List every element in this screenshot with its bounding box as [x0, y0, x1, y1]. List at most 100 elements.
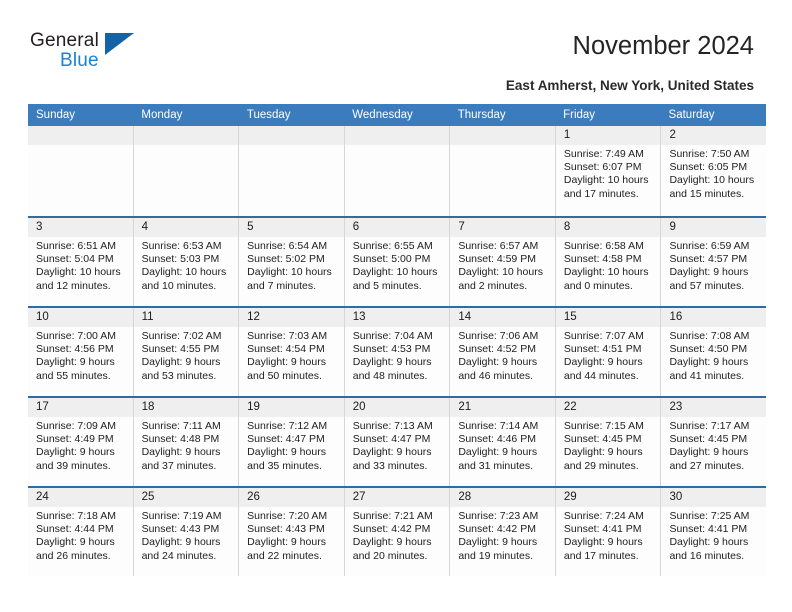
calendar-day-cell[interactable]: 18 Sunrise: 7:11 AM Sunset: 4:48 PM Dayligh… — [133, 398, 240, 486]
calendar-day-cell[interactable]: 23 Sunrise: 7:17 AM Sunset: 4:45 PM Dayligh… — [661, 398, 767, 486]
calendar-day-cell[interactable]: 16 Sunrise: 7:08 AM Sunset: 4:50 PM Dayligh… — [661, 308, 767, 396]
weekday-header-sunday: Sunday — [36, 109, 76, 121]
calendar-day-cell[interactable]: 21 Sunrise: 7:14 AM Sunset: 4:46 PM Dayligh… — [450, 398, 556, 486]
day-number: 29 — [563, 491, 577, 503]
calendar-day-cell[interactable]: 19 Sunrise: 7:12 AM Sunset: 4:47 PM Dayligh… — [239, 398, 345, 486]
daylight-text: Daylight: 9 hours and 19 minutes. — [458, 536, 538, 562]
sunrise-text: Sunrise: 6:55 AM — [352, 240, 433, 252]
sunrise-text: Sunrise: 6:51 AM — [36, 240, 116, 252]
day-number-band: 12 — [239, 308, 344, 327]
sunset-text: Sunset: 4:59 PM — [458, 253, 536, 266]
day-details: Sunrise: 7:06 AM Sunset: 4:52 PM Daylight:… — [450, 327, 555, 383]
calendar-day-cell[interactable]: 1 Sunrise: 7:49 AM Sunset: 6:07 PM Daylight… — [555, 126, 662, 216]
sunset-text: Sunset: 4:45 PM — [563, 433, 642, 446]
day-number-band: 21 — [450, 398, 555, 417]
sunset-text: Sunset: 4:52 PM — [458, 343, 536, 356]
calendar-day-cell[interactable]: 4 Sunrise: 6:53 AM Sunset: 5:03 PM Daylight… — [133, 218, 240, 306]
day-details: Sunrise: 7:09 AM Sunset: 4:49 PM Daylight:… — [28, 417, 133, 473]
day-details: Sunrise: 6:51 AM Sunset: 5:04 PM Daylight:… — [28, 237, 133, 293]
day-details: Sunrise: 7:12 AM Sunset: 4:47 PM Daylight:… — [239, 417, 344, 473]
day-number: 10 — [36, 311, 49, 323]
calendar-day-cell[interactable]: 6 Sunrise: 6:55 AM Sunset: 5:00 PM Daylight… — [344, 218, 451, 306]
day-details: Sunrise: 6:58 AM Sunset: 4:58 PM Daylight:… — [556, 237, 661, 293]
daylight-text: Daylight: 9 hours and 26 minutes. — [36, 536, 115, 562]
sunrise-text: Sunrise: 6:58 AM — [563, 240, 644, 252]
daylight-text: Daylight: 10 hours and 5 minutes. — [352, 266, 438, 292]
sunrise-text: Sunrise: 7:03 AM — [247, 330, 328, 342]
sunset-text: Sunset: 4:48 PM — [141, 433, 220, 446]
day-number: 3 — [36, 221, 43, 233]
calendar-day-cell[interactable]: 14 Sunrise: 7:06 AM Sunset: 4:52 PM Dayligh… — [450, 308, 556, 396]
day-number-band — [28, 126, 133, 145]
day-number-band: 3 — [28, 218, 133, 237]
calendar-day-cell[interactable]: 10 Sunrise: 7:00 AM Sunset: 4:56 PM Dayligh… — [28, 308, 134, 396]
day-number-band: 30 — [661, 488, 767, 507]
general-blue-logo[interactable]: General Blue — [30, 30, 150, 80]
day-details: Sunrise: 7:13 AM Sunset: 4:47 PM Daylight:… — [345, 417, 450, 473]
day-details: Sunrise: 7:15 AM Sunset: 4:45 PM Daylight:… — [556, 417, 661, 473]
day-number: 9 — [669, 221, 676, 233]
daylight-text: Daylight: 9 hours and 16 minutes. — [669, 536, 749, 562]
day-number: 27 — [352, 491, 366, 503]
day-number: 1 — [563, 129, 571, 141]
sunset-text: Sunset: 4:57 PM — [669, 253, 748, 266]
day-details: Sunrise: 7:04 AM Sunset: 4:53 PM Daylight:… — [345, 327, 450, 383]
day-number: 25 — [141, 491, 155, 503]
calendar-day-cell[interactable]: 30 Sunrise: 7:25 AM Sunset: 4:41 PM Dayligh… — [661, 488, 767, 576]
calendar-day-cell[interactable]: 15 Sunrise: 7:07 AM Sunset: 4:51 PM Dayligh… — [555, 308, 662, 396]
sunrise-text: Sunrise: 7:14 AM — [458, 420, 539, 432]
calendar-day-cell[interactable]: 26 Sunrise: 7:20 AM Sunset: 4:43 PM Dayligh… — [239, 488, 345, 576]
day-number: 2 — [669, 129, 676, 141]
calendar-day-cell[interactable]: 20 Sunrise: 7:13 AM Sunset: 4:47 PM Dayligh… — [344, 398, 451, 486]
calendar-day-cell[interactable]: 28 Sunrise: 7:23 AM Sunset: 4:42 PM Dayligh… — [450, 488, 556, 576]
calendar-day-cell[interactable]: 2 Sunrise: 7:50 AM Sunset: 6:05 PM Daylight… — [661, 126, 767, 216]
calendar-empty-cell — [344, 126, 451, 216]
sunrise-text: Sunrise: 7:25 AM — [669, 510, 750, 522]
calendar-day-cell[interactable]: 12 Sunrise: 7:03 AM Sunset: 4:54 PM Dayligh… — [239, 308, 345, 396]
sunrise-text: Sunrise: 7:17 AM — [669, 420, 750, 432]
daylight-text: Daylight: 9 hours and 27 minutes. — [669, 446, 749, 472]
logo-text-blue: Blue — [60, 50, 99, 71]
daylight-text: Daylight: 10 hours and 15 minutes. — [669, 174, 755, 200]
day-details: Sunrise: 7:23 AM Sunset: 4:42 PM Daylight:… — [450, 507, 555, 563]
daylight-text: Daylight: 10 hours and 7 minutes. — [247, 266, 332, 292]
calendar-day-cell[interactable]: 17 Sunrise: 7:09 AM Sunset: 4:49 PM Dayligh… — [28, 398, 134, 486]
day-details: Sunrise: 7:49 AM Sunset: 6:07 PM Daylight:… — [556, 145, 661, 201]
logo-triangle-icon — [105, 33, 134, 55]
sunrise-text: Sunrise: 6:59 AM — [669, 240, 750, 252]
day-details: Sunrise: 7:00 AM Sunset: 4:56 PM Daylight:… — [28, 327, 133, 383]
calendar-day-cell[interactable]: 7 Sunrise: 6:57 AM Sunset: 4:59 PM Daylight… — [450, 218, 556, 306]
daylight-text: Daylight: 9 hours and 57 minutes. — [669, 266, 749, 292]
sunrise-text: Sunrise: 7:24 AM — [563, 510, 644, 522]
weekday-header-row: Sunday Monday Tuesday Wednesday Thursday… — [28, 104, 766, 126]
daylight-text: Daylight: 10 hours and 0 minutes. — [563, 266, 649, 292]
day-details: Sunrise: 6:53 AM Sunset: 5:03 PM Daylight:… — [134, 237, 239, 293]
sunset-text: Sunset: 4:44 PM — [36, 523, 114, 536]
calendar-day-cell[interactable]: 5 Sunrise: 6:54 AM Sunset: 5:02 PM Daylight… — [239, 218, 345, 306]
calendar-empty-cell — [133, 126, 240, 216]
day-details: Sunrise: 7:21 AM Sunset: 4:42 PM Daylight:… — [345, 507, 450, 563]
day-number-band: 19 — [239, 398, 344, 417]
calendar-day-cell[interactable]: 29 Sunrise: 7:24 AM Sunset: 4:41 PM Dayligh… — [555, 488, 662, 576]
day-details: Sunrise: 7:19 AM Sunset: 4:43 PM Daylight:… — [134, 507, 239, 563]
daylight-text: Daylight: 9 hours and 50 minutes. — [247, 356, 326, 382]
sunset-text: Sunset: 4:47 PM — [247, 433, 325, 446]
daylight-text: Daylight: 9 hours and 22 minutes. — [247, 536, 326, 562]
calendar-day-cell[interactable]: 13 Sunrise: 7:04 AM Sunset: 4:53 PM Dayligh… — [344, 308, 451, 396]
calendar-page: General Blue November 2024 East Amherst,… — [0, 0, 792, 612]
day-details: Sunrise: 7:02 AM Sunset: 4:55 PM Daylight:… — [134, 327, 239, 383]
calendar-day-cell[interactable]: 11 Sunrise: 7:02 AM Sunset: 4:55 PM Dayligh… — [133, 308, 240, 396]
calendar-day-cell[interactable]: 27 Sunrise: 7:21 AM Sunset: 4:42 PM Dayligh… — [344, 488, 451, 576]
daylight-text: Daylight: 9 hours and 20 minutes. — [352, 536, 432, 562]
daylight-text: Daylight: 9 hours and 31 minutes. — [458, 446, 538, 472]
calendar-day-cell[interactable]: 22 Sunrise: 7:15 AM Sunset: 4:45 PM Dayligh… — [555, 398, 662, 486]
calendar-day-cell[interactable]: 25 Sunrise: 7:19 AM Sunset: 4:43 PM Dayligh… — [133, 488, 240, 576]
calendar-day-cell[interactable]: 8 Sunrise: 6:58 AM Sunset: 4:58 PM Daylight… — [555, 218, 662, 306]
calendar-day-cell[interactable]: 9 Sunrise: 6:59 AM Sunset: 4:57 PM Daylight… — [661, 218, 767, 306]
day-number: 11 — [141, 311, 154, 323]
sunrise-text: Sunrise: 7:09 AM — [36, 420, 116, 432]
calendar-day-cell[interactable]: 24 Sunrise: 7:18 AM Sunset: 4:44 PM Dayligh… — [28, 488, 134, 576]
calendar-day-cell[interactable]: 3 Sunrise: 6:51 AM Sunset: 5:04 PM Daylight… — [28, 218, 134, 306]
daylight-text: Daylight: 9 hours and 29 minutes. — [563, 446, 643, 472]
calendar-week-row: 10 Sunrise: 7:00 AM Sunset: 4:56 PM Dayligh… — [28, 306, 767, 396]
